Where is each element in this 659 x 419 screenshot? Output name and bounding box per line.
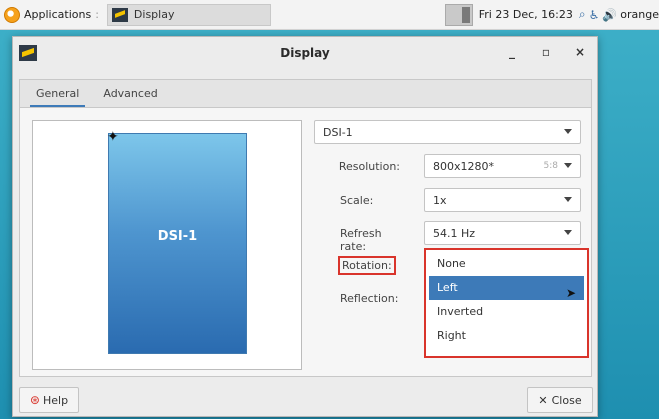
close-window-button[interactable]: ×: [573, 45, 587, 59]
tab-general[interactable]: General: [24, 87, 91, 107]
chevron-down-icon: [564, 230, 572, 235]
settings-notebook: General Advanced ✦ DSI-1 DSI-1 Resolutio…: [19, 79, 592, 379]
top-panel: Applications : Display Fri 23 Dec, 16:23…: [0, 0, 659, 30]
clock[interactable]: Fri 23 Dec, 16:23: [479, 8, 573, 21]
workspace-switcher[interactable]: [444, 3, 473, 26]
display-window: Display _ ▫ × General Advanced ✦ DSI-1 D…: [12, 36, 598, 417]
close-icon: ✕: [538, 393, 548, 407]
rotation-label: Rotation:: [342, 259, 392, 272]
applications-label: Applications: [24, 8, 92, 21]
rotation-dropdown-list: None Left ➤ Inverted Right: [424, 248, 589, 358]
scale-select[interactable]: 1x: [424, 188, 581, 212]
display-app-icon: [111, 7, 128, 22]
display-select-value: DSI-1: [323, 125, 353, 139]
refresh-rate-label: Refresh rate:: [340, 227, 382, 253]
refresh-rate-value: 54.1 Hz: [433, 226, 476, 240]
display-select[interactable]: DSI-1: [314, 120, 581, 144]
resolution-value: 800x1280*: [433, 159, 494, 173]
rotation-option-inverted[interactable]: Inverted: [429, 300, 584, 324]
window-titlebar[interactable]: Display _ ▫ ×: [13, 37, 597, 69]
primary-display-icon: ✦: [107, 129, 119, 145]
user-menu[interactable]: orange: [620, 8, 659, 21]
scale-label: Scale:: [340, 194, 374, 207]
help-label: Help: [42, 393, 69, 407]
general-page: ✦ DSI-1 DSI-1 Resolution: 800x1280* 5:8 …: [19, 107, 592, 377]
help-button[interactable]: ⊛ Help: [19, 387, 79, 413]
minimize-button[interactable]: _: [505, 45, 519, 59]
display-preview-area: ✦ DSI-1: [32, 120, 302, 370]
chevron-down-icon: [564, 129, 572, 134]
applications-menu-button[interactable]: Applications :: [0, 0, 107, 30]
maximize-button[interactable]: ▫: [539, 45, 553, 59]
search-icon[interactable]: ⌕: [579, 7, 586, 22]
rotation-option-none[interactable]: None: [429, 252, 584, 276]
resolution-select[interactable]: 800x1280* 5:8: [424, 154, 581, 178]
scale-value: 1x: [433, 193, 447, 207]
tab-bar: General Advanced: [19, 79, 592, 107]
monitor-preview-dsi-1[interactable]: ✦ DSI-1: [107, 129, 247, 354]
resolution-label: Resolution:: [338, 160, 400, 173]
taskbar-display-label: Display: [133, 8, 175, 21]
rotation-label-highlight: Rotation:: [338, 256, 396, 275]
monitor-label: DSI-1: [157, 229, 198, 244]
rotation-option-left[interactable]: Left ➤: [429, 276, 584, 300]
panel-separator: :: [95, 8, 99, 21]
chevron-down-icon: [564, 197, 572, 202]
help-icon: ⊛: [29, 393, 40, 407]
accessibility-icon[interactable]: ♿: [589, 8, 600, 22]
applications-icon: [4, 6, 20, 23]
resolution-ratio: 5:8: [543, 161, 558, 171]
refresh-rate-select[interactable]: 54.1 Hz: [424, 221, 581, 245]
volume-icon[interactable]: 🔊: [602, 8, 617, 22]
taskbar-display-button[interactable]: Display: [106, 3, 271, 26]
rotation-option-right[interactable]: Right: [429, 324, 584, 348]
chevron-down-icon: [564, 163, 572, 168]
close-button[interactable]: ✕ Close: [527, 387, 593, 413]
tab-advanced[interactable]: Advanced: [91, 87, 169, 107]
reflection-label: Reflection:: [340, 292, 399, 305]
close-label: Close: [551, 393, 582, 407]
